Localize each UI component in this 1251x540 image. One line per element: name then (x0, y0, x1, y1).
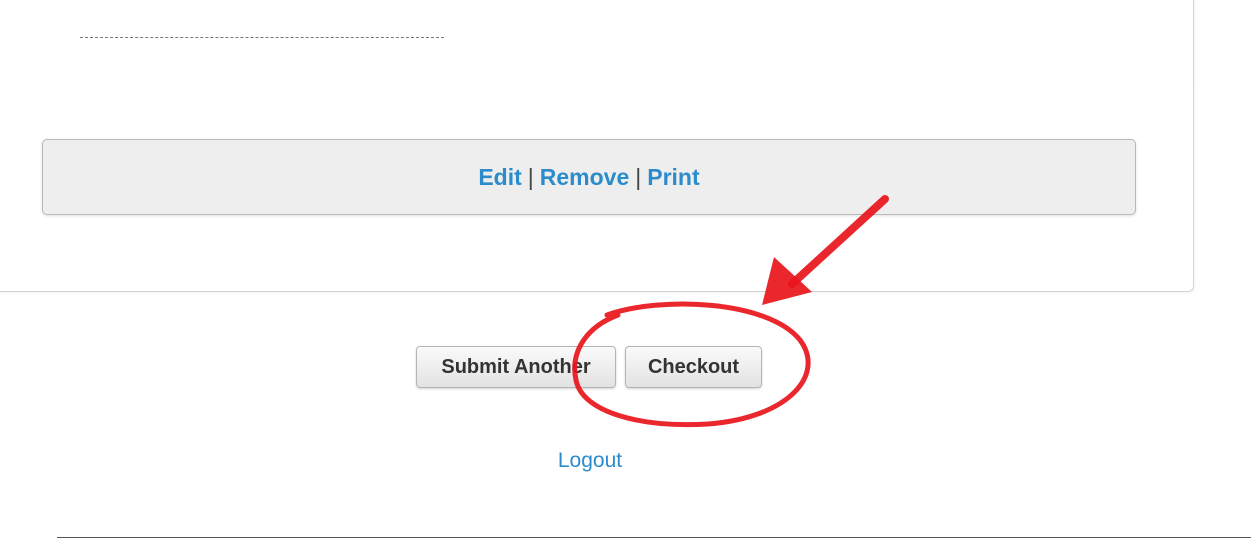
actions-separator: | (527, 163, 534, 190)
remove-link[interactable]: Remove (540, 164, 629, 191)
actions-separator: | (635, 163, 642, 190)
logout-link[interactable]: Logout (0, 449, 1180, 473)
item-actions-bar: Edit | Remove | Print (42, 139, 1136, 215)
dashed-divider (80, 37, 444, 38)
submit-another-button[interactable]: Submit Another (416, 346, 616, 388)
edit-link[interactable]: Edit (478, 164, 521, 191)
footer-divider (57, 537, 1251, 538)
checkout-button[interactable]: Checkout (625, 346, 762, 388)
print-link[interactable]: Print (647, 164, 699, 191)
card-right-edge (1193, 82, 1194, 287)
